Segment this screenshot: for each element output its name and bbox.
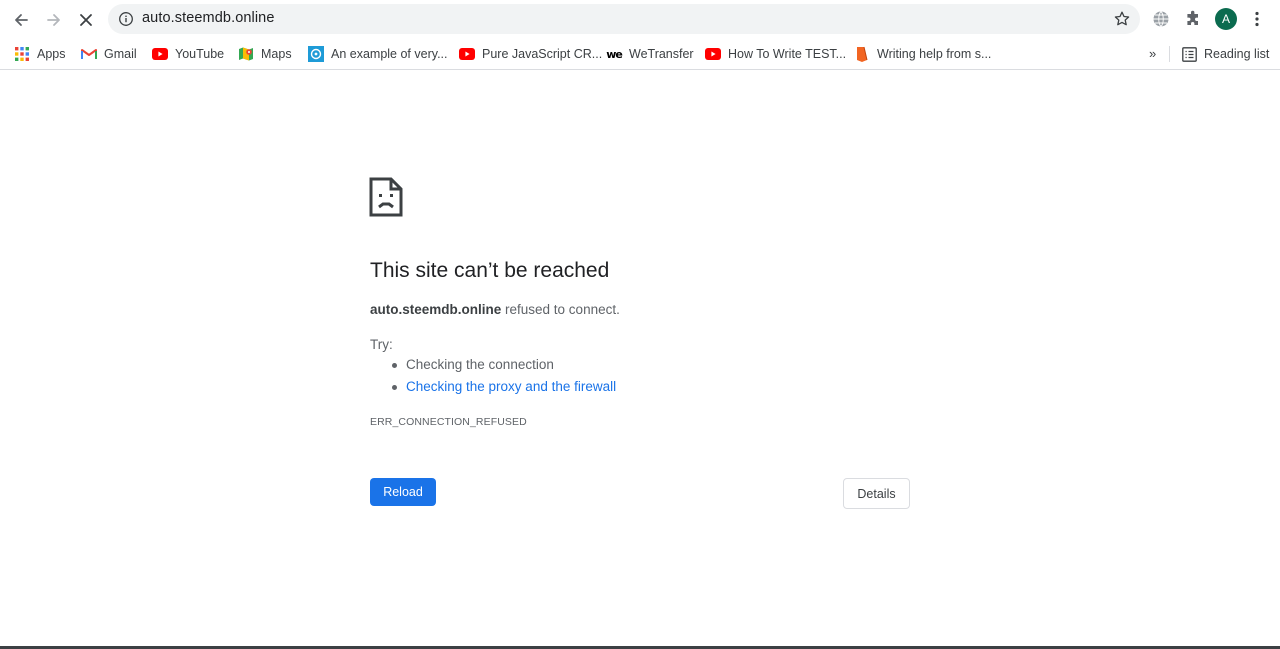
stop-button[interactable] [72, 6, 100, 34]
apps-grid-icon [14, 46, 30, 62]
address-bar[interactable]: auto.steemdb.online [108, 4, 1140, 34]
pen-icon [854, 46, 870, 62]
arrow-right-icon [47, 14, 60, 26]
bookmarks-bar: Apps Gmail YouTube Maps An example of ve… [0, 38, 1280, 70]
forward-button[interactable] [40, 6, 68, 34]
bookmark-maps[interactable]: Maps [238, 44, 292, 64]
bookmark-gmail[interactable]: Gmail [81, 44, 137, 64]
profile-avatar[interactable]: A [1215, 8, 1237, 30]
gmail-icon [81, 46, 97, 62]
wetransfer-icon: we [606, 47, 623, 61]
youtube-icon [152, 46, 168, 62]
more-menu-icon[interactable] [1247, 9, 1267, 29]
globe-extension-icon[interactable] [1151, 9, 1171, 29]
error-description-text: refused to connect. [501, 302, 620, 317]
bookmark-label: Maps [261, 47, 292, 61]
arrow-left-icon [15, 14, 28, 26]
browser-toolbar: auto.steemdb.online A [0, 0, 1280, 38]
bookmark-label: An example of very... [331, 47, 448, 61]
details-button[interactable]: Details [843, 478, 910, 509]
error-host: auto.steemdb.online [370, 302, 502, 317]
star-icon[interactable] [1113, 10, 1131, 28]
bookmark-label: Gmail [104, 47, 137, 61]
bookmarks-overflow-button[interactable]: » [1149, 46, 1156, 61]
bookmark-label: Apps [37, 47, 66, 61]
suggestions-list: Checking the connection Checking the pro… [390, 357, 616, 400]
error-code: ERR_CONNECTION_REFUSED [370, 416, 527, 428]
site-icon [308, 46, 324, 62]
reading-list-button[interactable]: Reading list [1181, 44, 1269, 64]
bookmark-wetransfer[interactable]: we WeTransfer [606, 44, 694, 64]
back-button[interactable] [7, 6, 35, 34]
bookmark-test-video[interactable]: How To Write TEST... [705, 44, 846, 64]
youtube-icon [459, 46, 475, 62]
maps-icon [238, 46, 254, 62]
bookmark-apps[interactable]: Apps [14, 44, 66, 64]
reload-button[interactable]: Reload [370, 478, 436, 506]
bookmark-js-video[interactable]: Pure JavaScript CR... [459, 44, 602, 64]
reading-list-label: Reading list [1204, 47, 1270, 61]
suggestion-check-connection: Checking the connection [390, 357, 616, 379]
bookmark-label: Pure JavaScript CR... [482, 47, 603, 61]
divider [1169, 46, 1170, 62]
bookmark-example-site[interactable]: An example of very... [308, 44, 448, 64]
try-label: Try: [370, 337, 393, 352]
bookmark-label: WeTransfer [629, 47, 694, 61]
extensions-icon[interactable] [1183, 9, 1203, 29]
suggestion-check-proxy-link[interactable]: Checking the proxy and the firewall [390, 379, 616, 401]
reading-list-icon [1181, 46, 1197, 62]
error-description: auto.steemdb.online refused to connect. [370, 302, 620, 317]
url-text[interactable]: auto.steemdb.online [142, 10, 275, 26]
bookmark-label: Writing help from s... [877, 47, 992, 61]
bookmark-label: How To Write TEST... [728, 47, 847, 61]
close-icon [80, 14, 92, 26]
sad-page-icon [369, 177, 403, 217]
error-title: This site can’t be reached [370, 259, 610, 282]
bookmark-youtube[interactable]: YouTube [152, 44, 224, 64]
bookmark-writing-help[interactable]: Writing help from s... [854, 44, 991, 64]
youtube-icon [705, 46, 721, 62]
info-icon[interactable] [118, 11, 134, 27]
bookmark-label: YouTube [175, 47, 225, 61]
